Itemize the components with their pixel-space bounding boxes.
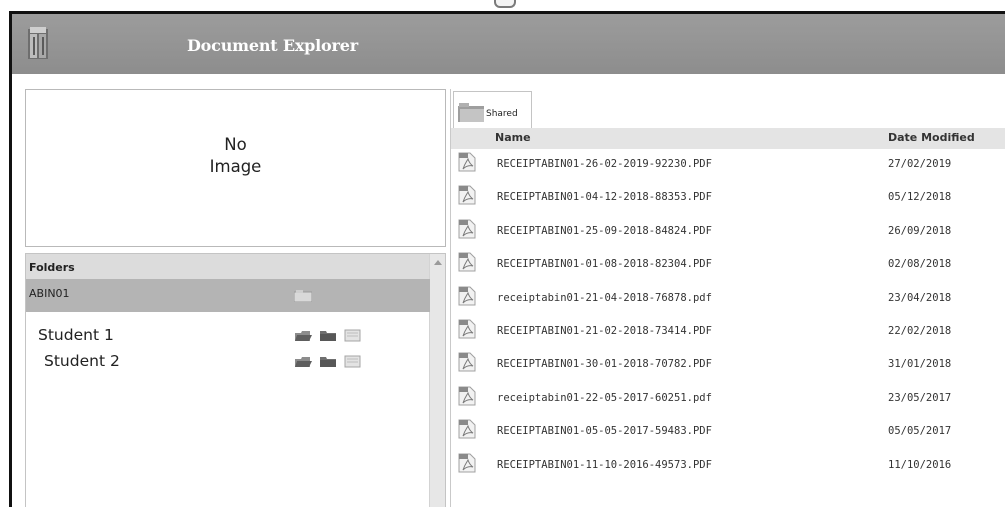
- file-name[interactable]: RECEIPTABIN01-11-10-2016-49573.PDF: [497, 459, 712, 471]
- file-date-modified: 26/09/2018: [888, 224, 952, 237]
- pdf-file-icon: [458, 419, 476, 439]
- file-name[interactable]: RECEIPTABIN01-01-08-2018-82304.PDF: [497, 258, 712, 270]
- tab-shared[interactable]: Shared: [453, 91, 532, 128]
- folder-actions: [294, 329, 368, 343]
- no-image-text: No Image: [26, 134, 445, 178]
- open-folder-icon[interactable]: [294, 329, 312, 342]
- folder-root-label: ABIN01: [29, 287, 70, 300]
- table-row[interactable]: RECEIPTABIN01-30-01-2018-70782.PDF 31/01/…: [451, 349, 1005, 381]
- title-bar: Document Explorer: [12, 14, 1005, 74]
- folder-item-label: Student 1: [38, 326, 114, 344]
- table-row[interactable]: receiptabin01-22-05-2017-60251.pdf 23/05/…: [451, 383, 1005, 415]
- table-row[interactable]: RECEIPTABIN01-01-08-2018-82304.PDF 02/08/…: [451, 249, 1005, 281]
- pdf-file-icon: [458, 152, 476, 172]
- file-name[interactable]: receiptabin01-22-05-2017-60251.pdf: [497, 392, 712, 404]
- folder-actions: [294, 355, 368, 369]
- file-table-header: Name Date Modified: [451, 128, 1005, 149]
- table-row[interactable]: RECEIPTABIN01-11-10-2016-49573.PDF 11/10/…: [451, 450, 1005, 482]
- table-row[interactable]: RECEIPTABIN01-04-12-2018-88353.PDF 05/12/…: [451, 182, 1005, 214]
- shared-folder-icon: [458, 103, 484, 122]
- pdf-file-icon: [458, 386, 476, 406]
- document-explorer-window: Document Explorer No Image Folders ABIN0…: [9, 11, 1005, 507]
- collapse-handle[interactable]: [494, 0, 516, 8]
- folders-header: Folders: [26, 254, 430, 279]
- file-name[interactable]: receiptabin01-21-04-2018-76878.pdf: [497, 292, 712, 304]
- file-date-modified: 05/12/2018: [888, 191, 952, 204]
- file-list-pane: Shared Name Date Modified RECEIPTABIN01-…: [450, 89, 1005, 507]
- pdf-file-icon: [458, 319, 476, 339]
- table-row[interactable]: receiptabin01-21-04-2018-76878.pdf 23/04/…: [451, 283, 1005, 315]
- scroll-up-icon[interactable]: [434, 260, 442, 265]
- file-name[interactable]: RECEIPTABIN01-30-01-2018-70782.PDF: [497, 358, 712, 370]
- pdf-file-icon: [458, 252, 476, 272]
- no-image-line-2: Image: [209, 157, 262, 176]
- new-document-icon[interactable]: [344, 355, 362, 368]
- file-date-modified: 11/10/2016: [888, 458, 952, 471]
- file-date-modified: 05/05/2017: [888, 425, 952, 438]
- no-image-line-1: No: [224, 135, 247, 154]
- file-name[interactable]: RECEIPTABIN01-26-02-2019-92230.PDF: [497, 158, 712, 170]
- file-date-modified: 31/01/2018: [888, 358, 952, 371]
- table-row[interactable]: RECEIPTABIN01-21-02-2018-73414.PDF 22/02/…: [451, 316, 1005, 348]
- pdf-file-icon: [458, 185, 476, 205]
- closed-folder-icon[interactable]: [319, 329, 337, 342]
- file-date-modified: 22/02/2018: [888, 325, 952, 337]
- tab-shared-label: Shared: [486, 109, 518, 119]
- new-document-icon[interactable]: [344, 329, 362, 342]
- table-row[interactable]: RECEIPTABIN01-26-02-2019-92230.PDF 27/02/…: [451, 149, 1005, 181]
- folder-icon[interactable]: [294, 290, 312, 302]
- top-strip: [0, 0, 1005, 11]
- folder-item[interactable]: Student 2: [26, 349, 430, 375]
- file-name[interactable]: RECEIPTABIN01-04-12-2018-88353.PDF: [497, 191, 712, 203]
- image-preview: No Image: [25, 89, 446, 247]
- app-title: Document Explorer: [187, 36, 358, 55]
- file-date-modified: 02/08/2018: [888, 258, 952, 271]
- file-name[interactable]: RECEIPTABIN01-21-02-2018-73414.PDF: [497, 325, 712, 337]
- file-date-modified: 23/04/2018: [888, 291, 952, 304]
- cabinet-icon: [28, 27, 48, 59]
- file-date-modified: 23/05/2017: [888, 391, 952, 404]
- folders-scrollbar[interactable]: [429, 254, 445, 507]
- column-header-name[interactable]: Name: [495, 131, 531, 144]
- open-folder-icon[interactable]: [294, 355, 312, 368]
- file-name[interactable]: RECEIPTABIN01-25-09-2018-84824.PDF: [497, 225, 712, 237]
- closed-folder-icon[interactable]: [319, 355, 337, 368]
- column-header-date-modified[interactable]: Date Modified: [888, 131, 975, 144]
- file-date-modified: 27/02/2019: [888, 158, 952, 170]
- pdf-file-icon: [458, 453, 476, 473]
- folder-item-label: Student 2: [44, 352, 120, 370]
- pdf-file-icon: [458, 352, 476, 372]
- folder-root-row[interactable]: ABIN01: [26, 279, 430, 312]
- folder-item[interactable]: Student 1: [26, 323, 430, 349]
- table-row[interactable]: RECEIPTABIN01-05-05-2017-59483.PDF 05/05/…: [451, 416, 1005, 448]
- table-row[interactable]: RECEIPTABIN01-25-09-2018-84824.PDF 26/09/…: [451, 216, 1005, 248]
- folders-panel: Folders ABIN01 Student 1 Student 2: [25, 253, 446, 507]
- pdf-file-icon: [458, 286, 476, 306]
- file-name[interactable]: RECEIPTABIN01-05-05-2017-59483.PDF: [497, 425, 712, 437]
- pdf-file-icon: [458, 219, 476, 239]
